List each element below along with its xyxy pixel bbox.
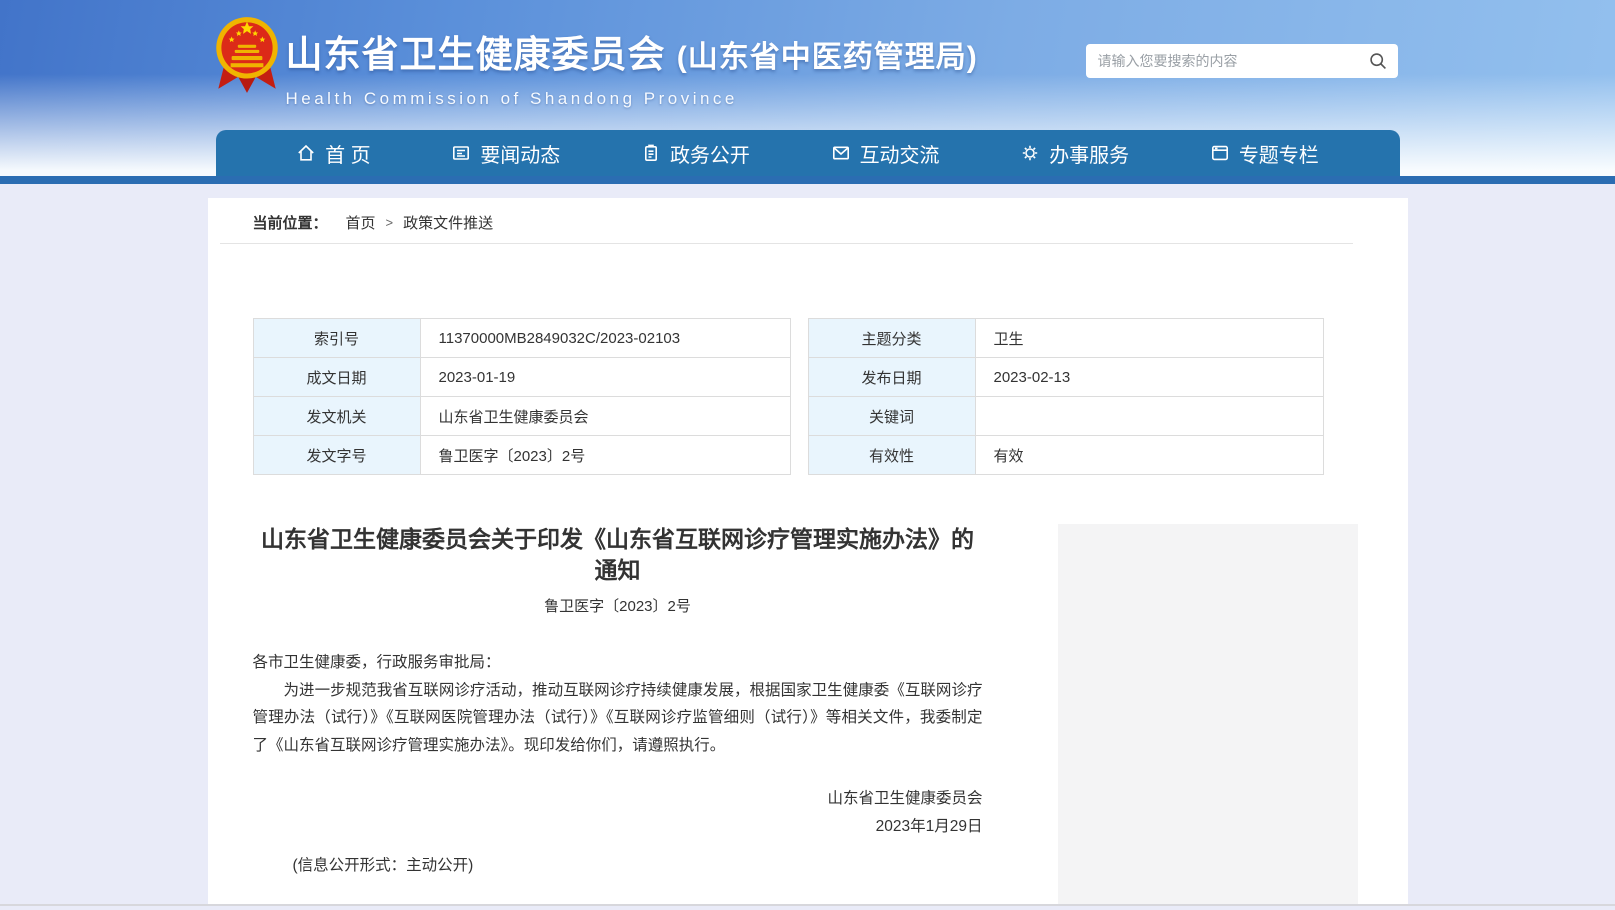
header-bottom-strip bbox=[0, 176, 1615, 184]
nav-item-service[interactable]: 办事服务 bbox=[1020, 139, 1129, 168]
breadcrumb-divider bbox=[220, 243, 1353, 244]
site-title: 山东省卫生健康委员会 (山东省中医药管理局) bbox=[286, 24, 978, 78]
doc-info-table-right: 主题分类 卫生 发布日期 2023-02-13 关键词 有效性 有效 bbox=[808, 318, 1324, 475]
table-row: 发布日期 2023-02-13 bbox=[808, 358, 1323, 397]
nav-label: 政务公开 bbox=[670, 139, 750, 168]
search-input[interactable] bbox=[1086, 44, 1368, 78]
info-label-doc-number: 发文字号 bbox=[253, 436, 420, 475]
article-body-paragraph: 为进一步规范我省互联网诊疗活动，推动互联网诊疗持续健康发展，根据国家卫生健康委《… bbox=[253, 677, 983, 760]
publish-form-note: (信息公开形式：主动公开) bbox=[253, 853, 983, 875]
breadcrumb: 当前位置： 首页 > 政策文件推送 bbox=[253, 212, 1408, 233]
table-row: 发文字号 鲁卫医字〔2023〕2号 bbox=[253, 436, 790, 475]
nav-label: 要闻动态 bbox=[480, 139, 560, 168]
nav-item-home[interactable]: 首 页 bbox=[296, 139, 371, 168]
info-value-issuer: 山东省卫生健康委员会 bbox=[420, 397, 790, 436]
signature-block: 山东省卫生健康委员会 2023年1月29日 bbox=[253, 785, 983, 840]
news-icon bbox=[451, 143, 471, 163]
info-value-validity: 有效 bbox=[975, 436, 1323, 475]
search-box bbox=[1086, 44, 1398, 78]
home-icon bbox=[296, 143, 316, 163]
info-label-written-date: 成文日期 bbox=[253, 358, 420, 397]
info-value-written-date: 2023-01-19 bbox=[420, 358, 790, 397]
site-title-cn: 山东省卫生健康委员会 bbox=[286, 34, 666, 75]
table-row: 有效性 有效 bbox=[808, 436, 1323, 475]
site-title-en: Health Commission of Shandong Province bbox=[286, 89, 978, 109]
info-value-publish-date: 2023-02-13 bbox=[975, 358, 1323, 397]
nav-label: 首 页 bbox=[325, 139, 371, 168]
info-label-validity: 有效性 bbox=[808, 436, 975, 475]
breadcrumb-separator: > bbox=[386, 215, 394, 230]
page-title: 山东省卫生健康委员会关于印发《山东省互联网诊疗管理实施办法》的通知 bbox=[253, 524, 983, 586]
breadcrumb-current-link[interactable]: 政策文件推送 bbox=[403, 212, 493, 233]
info-label-index: 索引号 bbox=[253, 319, 420, 358]
interact-icon bbox=[831, 143, 851, 163]
nav-label: 专题专栏 bbox=[1239, 139, 1319, 168]
article-section: 山东省卫生健康委员会关于印发《山东省互联网诊疗管理实施办法》的通知 鲁卫医字〔2… bbox=[208, 524, 1408, 904]
service-icon bbox=[1020, 143, 1040, 163]
nav-item-disclosure[interactable]: 政务公开 bbox=[641, 139, 750, 168]
table-row: 主题分类 卫生 bbox=[808, 319, 1323, 358]
info-label-keywords: 关键词 bbox=[808, 397, 975, 436]
table-row: 关键词 bbox=[808, 397, 1323, 436]
breadcrumb-label: 当前位置： bbox=[253, 212, 328, 233]
info-value-category: 卫生 bbox=[975, 319, 1323, 358]
doc-number: 鲁卫医字〔2023〕2号 bbox=[253, 595, 983, 616]
info-value-doc-number: 鲁卫医字〔2023〕2号 bbox=[420, 436, 790, 475]
info-label-issuer: 发文机关 bbox=[253, 397, 420, 436]
side-panel bbox=[1058, 524, 1358, 904]
signature-date: 2023年1月29日 bbox=[253, 813, 983, 841]
site-title-paren: (山东省中医药管理局) bbox=[677, 41, 978, 74]
doc-info-table-left: 索引号 11370000MB2849032C/2023-02103 成文日期 2… bbox=[253, 318, 791, 475]
nav-label: 办事服务 bbox=[1049, 139, 1129, 168]
info-value-keywords bbox=[975, 397, 1323, 436]
national-emblem-logo bbox=[214, 13, 280, 97]
bottom-divider bbox=[0, 904, 1615, 906]
info-label-category: 主题分类 bbox=[808, 319, 975, 358]
content-card: 当前位置： 首页 > 政策文件推送 索引号 11370000MB2849032C… bbox=[208, 198, 1408, 904]
nav-item-news[interactable]: 要闻动态 bbox=[451, 139, 560, 168]
article-text-column: 山东省卫生健康委员会关于印发《山东省互联网诊疗管理实施办法》的通知 鲁卫医字〔2… bbox=[253, 524, 983, 904]
disclosure-icon bbox=[641, 143, 661, 163]
doc-info-table: 索引号 11370000MB2849032C/2023-02103 成文日期 2… bbox=[253, 318, 1408, 475]
site-header: 山东省卫生健康委员会 (山东省中医药管理局) Health Commission… bbox=[0, 0, 1615, 176]
nav-label: 互动交流 bbox=[860, 139, 940, 168]
table-row: 发文机关 山东省卫生健康委员会 bbox=[253, 397, 790, 436]
article-salutation: 各市卫生健康委，行政服务审批局： bbox=[253, 649, 983, 677]
signature-org: 山东省卫生健康委员会 bbox=[253, 785, 983, 813]
site-title-block: 山东省卫生健康委员会 (山东省中医药管理局) Health Commission… bbox=[286, 24, 978, 109]
info-label-publish-date: 发布日期 bbox=[808, 358, 975, 397]
table-row: 成文日期 2023-01-19 bbox=[253, 358, 790, 397]
search-icon[interactable] bbox=[1368, 51, 1388, 71]
table-row: 索引号 11370000MB2849032C/2023-02103 bbox=[253, 319, 790, 358]
nav-item-interact[interactable]: 互动交流 bbox=[831, 139, 940, 168]
main-nav: 首 页 要闻动态 政务公开 互动交流 bbox=[216, 130, 1400, 176]
topics-icon bbox=[1210, 143, 1230, 163]
breadcrumb-home-link[interactable]: 首页 bbox=[346, 212, 376, 233]
info-value-index: 11370000MB2849032C/2023-02103 bbox=[420, 319, 790, 358]
nav-item-topics[interactable]: 专题专栏 bbox=[1210, 139, 1319, 168]
